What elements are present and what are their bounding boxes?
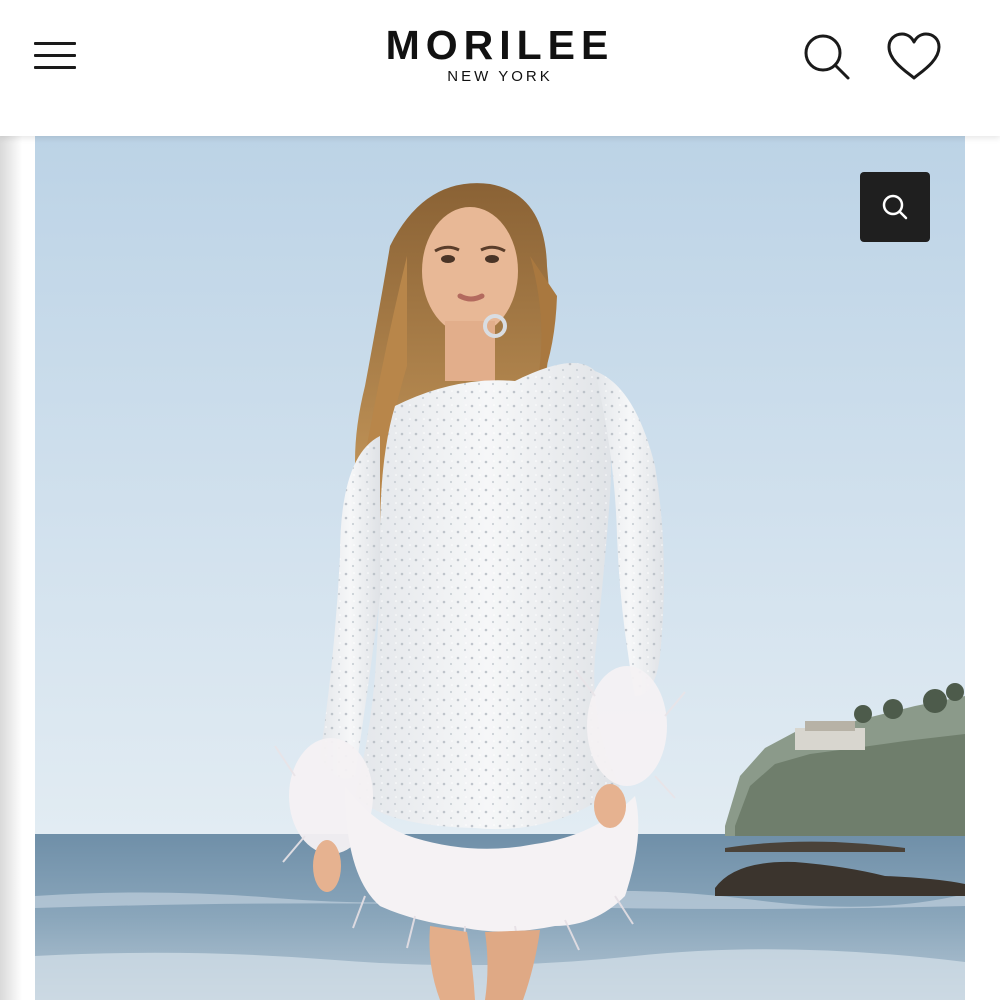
product-page: MORILEE NEW YORK	[0, 0, 1000, 1000]
site-header: MORILEE NEW YORK	[0, 0, 1000, 136]
zoom-search-icon	[882, 194, 908, 220]
wishlist-button[interactable]	[885, 31, 943, 83]
brand-location: NEW YORK	[447, 68, 553, 85]
brand-logo[interactable]: MORILEE NEW YORK	[300, 22, 700, 86]
heart-icon	[887, 32, 941, 80]
search-icon	[804, 34, 850, 80]
search-button[interactable]	[802, 32, 852, 82]
left-edge-shadow	[0, 0, 22, 1000]
menu-button[interactable]	[34, 38, 78, 72]
hero-photo	[35, 136, 965, 1000]
brand-name: MORILEE	[385, 22, 615, 68]
product-hero-image[interactable]	[35, 136, 965, 1000]
zoom-button[interactable]	[860, 172, 930, 242]
